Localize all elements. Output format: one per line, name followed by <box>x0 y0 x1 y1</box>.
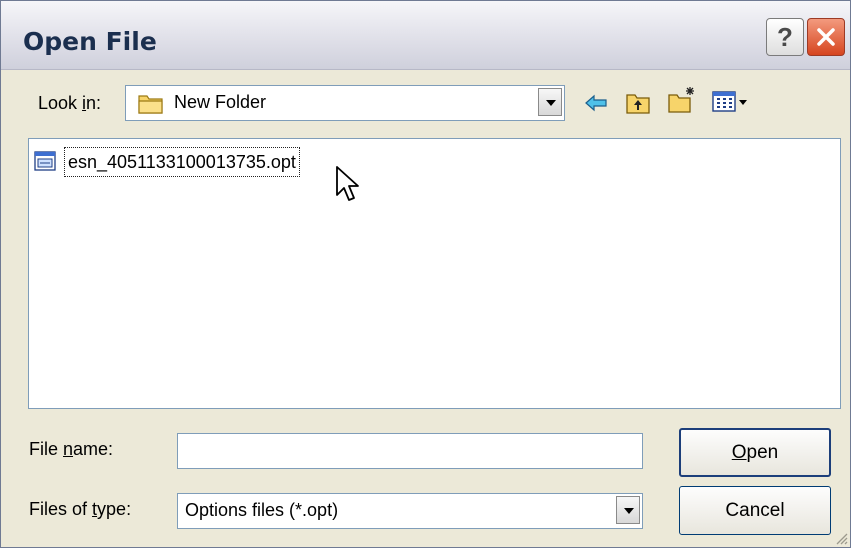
dialog-title: Open File <box>23 27 157 56</box>
opt-file-icon <box>34 151 56 171</box>
look-in-label: Look in: <box>38 93 102 113</box>
open-button[interactable]: Open <box>679 428 831 477</box>
file-type-label: Files of type: <box>29 499 132 519</box>
back-arrow-icon <box>585 94 607 112</box>
view-menu-icon <box>712 91 747 112</box>
mouse-cursor <box>336 166 359 201</box>
chevron-down-icon <box>624 508 634 514</box>
look-in-combobox[interactable]: New Folder <box>125 85 565 121</box>
resize-grip-icon[interactable] <box>834 531 848 545</box>
close-button[interactable] <box>807 18 845 56</box>
open-file-dialog: Open File ? Look in: New Folder esn_4051… <box>0 0 851 548</box>
look-in-value: New Folder <box>174 92 267 112</box>
file-name-label: esn_4051133100013735.opt <box>64 147 300 177</box>
file-type-value: Options files (*.opt) <box>185 500 339 520</box>
cancel-button[interactable]: Cancel <box>679 486 831 535</box>
chevron-down-icon <box>546 100 556 106</box>
view-menu-button[interactable] <box>712 90 748 119</box>
back-button[interactable] <box>584 91 608 120</box>
file-list[interactable]: esn_4051133100013735.opt <box>28 138 841 409</box>
title-bar[interactable]: Open File ? <box>1 1 850 70</box>
new-folder-icon <box>668 87 694 113</box>
look-in-dropdown-button[interactable] <box>538 88 562 116</box>
file-type-combobox[interactable]: Options files (*.opt) <box>177 493 643 529</box>
file-name-label-text: File name: <box>29 439 114 459</box>
create-new-folder-button[interactable] <box>667 85 697 120</box>
help-button[interactable]: ? <box>766 18 804 56</box>
up-folder-icon <box>626 94 650 114</box>
folder-icon <box>138 95 163 114</box>
file-name-input[interactable] <box>177 433 643 469</box>
file-type-dropdown-button[interactable] <box>616 496 640 524</box>
up-one-level-button[interactable] <box>625 89 651 120</box>
close-icon <box>817 28 835 46</box>
